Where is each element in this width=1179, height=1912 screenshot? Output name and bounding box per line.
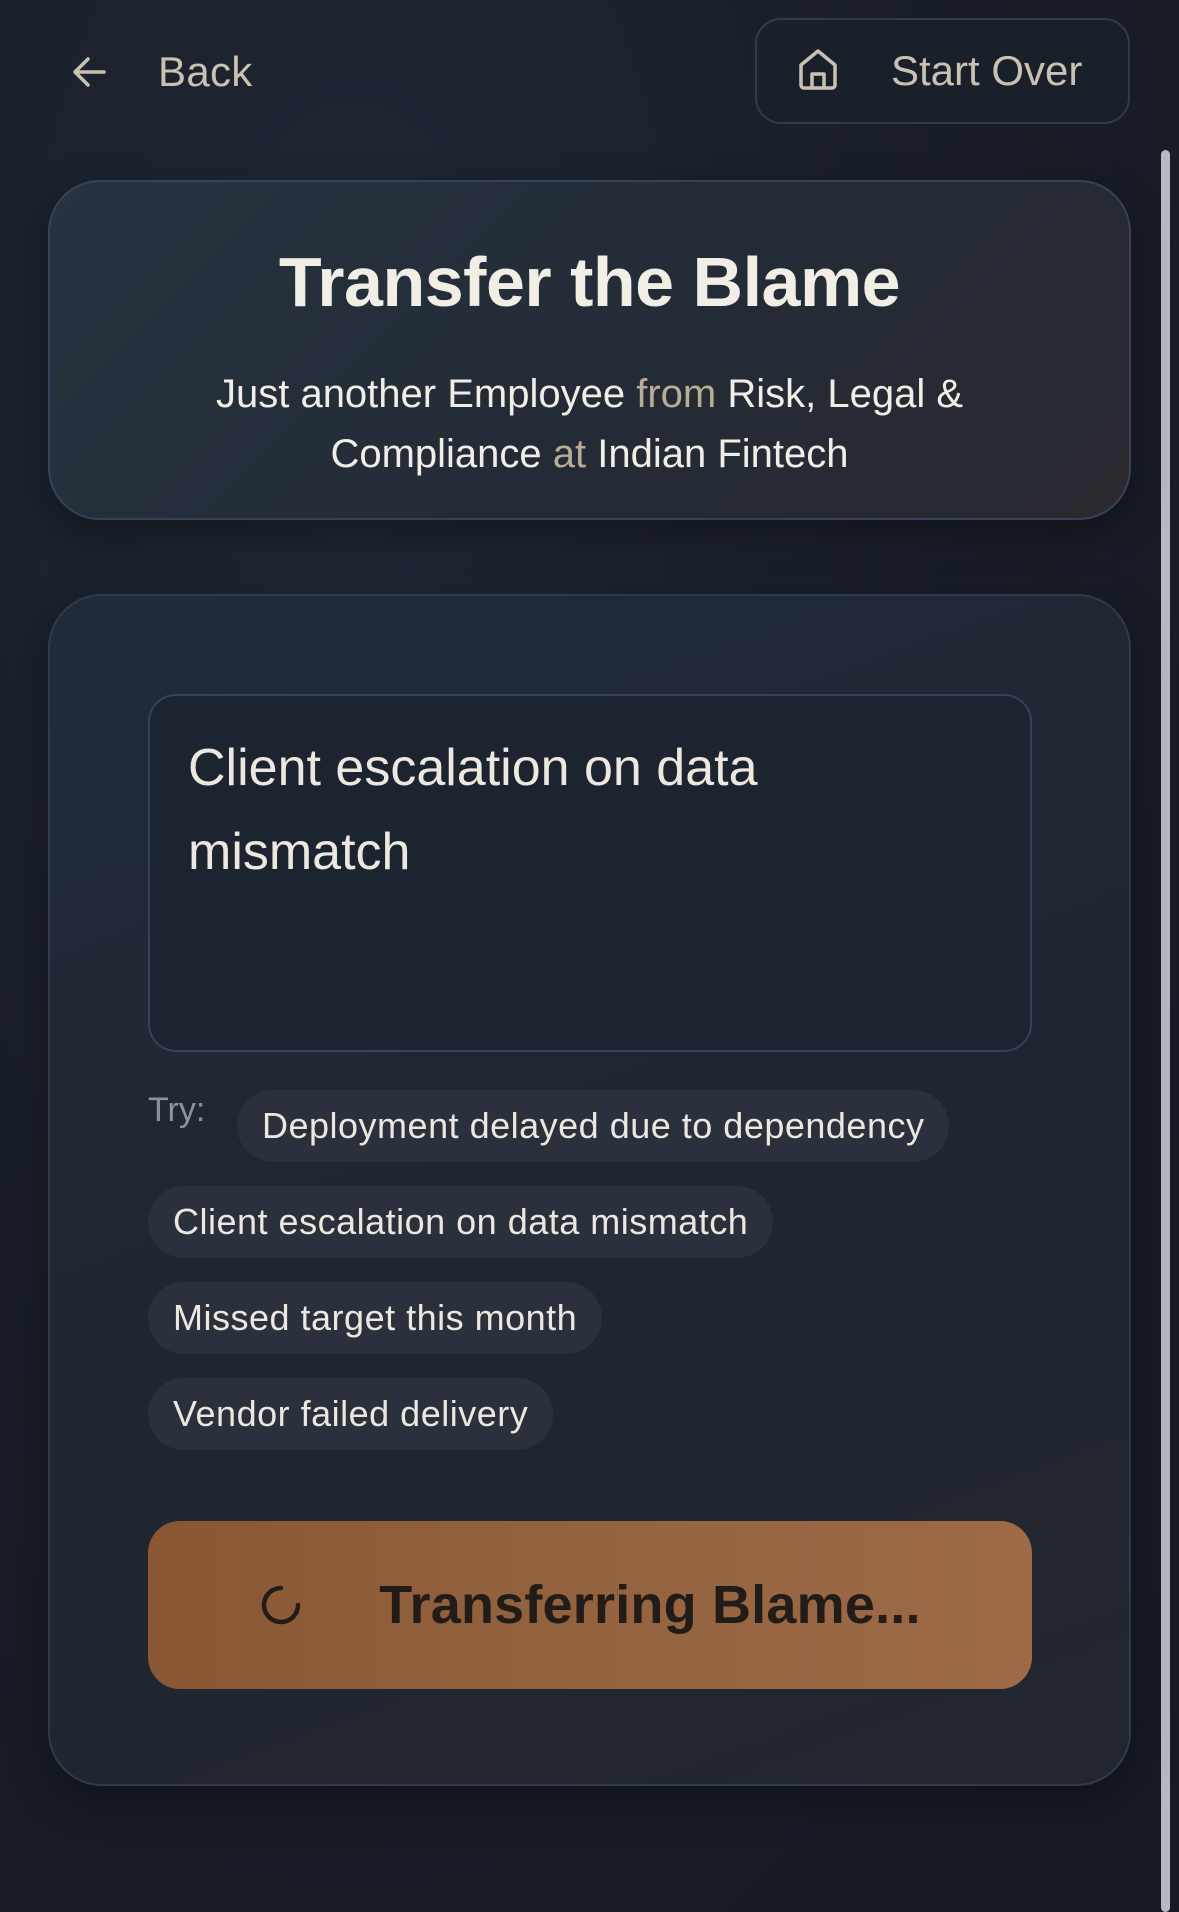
suggestion-chip[interactable]: Deployment delayed due to dependency [237,1090,950,1162]
suggestion-chip[interactable]: Client escalation on data mismatch [148,1186,774,1258]
situation-input[interactable]: Client escalation on data mismatch [148,694,1032,1052]
start-over-button[interactable]: Start Over [755,18,1130,124]
subtitle-connector-at: at [552,432,587,476]
spinner-icon [259,1583,303,1627]
page: Back Start Over Transfer the Blame Just … [0,0,1179,1912]
transfer-blame-label: Transferring Blame... [379,1575,921,1635]
scrollbar[interactable] [1161,150,1170,1912]
try-label: Try: [148,1091,206,1129]
transfer-blame-button[interactable]: Transferring Blame... [148,1521,1032,1689]
header-card: Transfer the Blame Just another Employee… [48,180,1131,520]
suggestion-chip[interactable]: Missed target this month [148,1282,603,1354]
blame-form-card: Client escalation on data mismatch Try: … [48,594,1131,1786]
page-subtitle: Just another Employee from Risk, Legal &… [160,364,1020,484]
subtitle-role: Just another Employee [215,372,626,416]
subtitle-company: Indian Fintech [597,432,849,476]
arrow-left-icon [72,56,106,88]
subtitle-connector-from: from [636,372,717,416]
back-label: Back [158,48,253,95]
start-over-label: Start Over [891,47,1083,94]
suggestion-chip[interactable]: Vendor failed delivery [148,1378,554,1450]
back-button[interactable]: Back [72,40,253,104]
page-title: Transfer the Blame [278,243,901,321]
home-icon [797,47,839,96]
